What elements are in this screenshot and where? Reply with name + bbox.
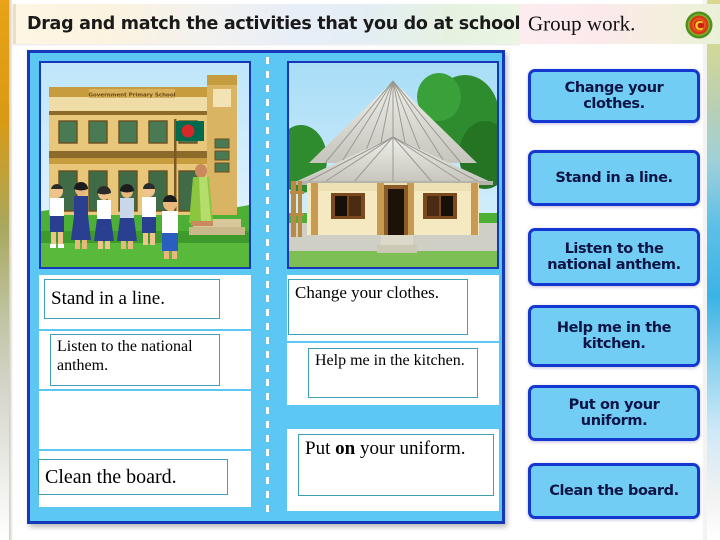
svg-text:C: C [695, 19, 704, 33]
word-bank-button-1-label: Change your clothes. [564, 79, 664, 112]
word-bank-button-6-label: Clean the board. [549, 482, 679, 499]
home-illustration [287, 61, 499, 269]
column-divider [266, 57, 269, 519]
left-edge-strip [0, 0, 9, 540]
word-bank-button-5-label: Put on your uniform. [568, 396, 660, 429]
tile-school-2-label: Listen to the national anthem. [57, 338, 193, 374]
school-illustration: Government Primary School [39, 61, 251, 269]
word-bank-button-2[interactable]: Stand in a line. [528, 150, 700, 206]
word-bank-button-4-label: Help me in the kitchen. [556, 319, 672, 352]
instruction-bar: Drag and match the activities that you d… [13, 4, 637, 44]
group-work-header: Group work. C [520, 4, 720, 44]
drop-card-school-3[interactable] [39, 391, 251, 449]
tile-school-3[interactable]: Clean the board. [38, 459, 228, 495]
group-work-label: Group work. [528, 11, 636, 36]
left-edge-shadow [9, 0, 13, 540]
tile-home-3-label: Put on your uniform. [305, 438, 466, 459]
tile-home-2[interactable]: Help me in the kitchen. [308, 348, 478, 398]
slide-canvas: Drag and match the activities that you d… [0, 0, 720, 540]
tile-home-1-label: Change your clothes. [295, 283, 439, 302]
tile-home-2-label: Help me in the kitchen. [315, 352, 465, 369]
group-work-badge-icon: C [685, 11, 713, 39]
activity-panel: Government Primary School Stand in a lin… [27, 50, 505, 524]
right-edge-strip [707, 0, 720, 540]
instruction-bar-accent [13, 4, 16, 44]
word-bank-button-6[interactable]: Clean the board. [528, 463, 700, 519]
tile-school-1[interactable]: Stand in a line. [44, 279, 220, 319]
word-bank-button-3[interactable]: Listen to the national anthem. [528, 228, 700, 286]
word-bank-button-3-label: Listen to the national anthem. [547, 240, 681, 273]
tile-home-1[interactable]: Change your clothes. [288, 279, 468, 335]
tile-school-3-label: Clean the board. [45, 465, 177, 488]
word-bank-button-2-label: Stand in a line. [555, 169, 673, 186]
tile-school-1-label: Stand in a line. [51, 288, 165, 310]
svg-text:Government Primary School: Government Primary School [88, 93, 175, 99]
tile-school-2[interactable]: Listen to the national anthem. [50, 334, 220, 386]
word-bank-button-5[interactable]: Put on your uniform. [528, 385, 700, 441]
tile-home-3[interactable]: Put on your uniform. [298, 434, 494, 496]
word-bank-button-4[interactable]: Help me in the kitchen. [528, 305, 700, 367]
word-bank-button-1[interactable]: Change your clothes. [528, 69, 700, 123]
